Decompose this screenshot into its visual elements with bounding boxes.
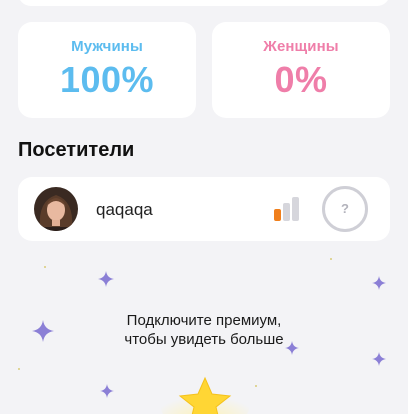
visitor-name[interactable]: qaqaqa — [96, 200, 153, 220]
visitor-row[interactable]: qaqaqa ? — [18, 177, 390, 241]
male-stat-card: Мужчины 100% — [18, 22, 196, 118]
sparkle-dot — [330, 258, 332, 260]
sparkle-icon — [372, 276, 386, 290]
sparkle-icon — [372, 352, 386, 366]
female-stat-card: Женщины 0% — [212, 22, 390, 118]
unknown-badge[interactable]: ? — [322, 186, 368, 232]
sparkle-dot — [255, 385, 257, 387]
sparkle-icon — [100, 384, 114, 398]
female-stat-label: Женщины — [263, 38, 339, 55]
sparkle-icon — [98, 271, 114, 287]
male-stat-value: 100% — [59, 59, 155, 100]
sparkle-dot — [18, 368, 20, 370]
female-stat-value: 0% — [274, 59, 328, 100]
premium-line-2: чтобы увидеть больше — [124, 331, 284, 348]
previous-card — [18, 0, 390, 6]
male-stat-label: Мужчины — [71, 38, 143, 55]
premium-promo-text: Подключите премиум, чтобы увидеть больше — [0, 311, 408, 349]
premium-line-1: Подключите премиум, — [126, 312, 282, 329]
signal-bar — [292, 197, 299, 221]
star-icon — [161, 376, 249, 414]
signal-strength-icon — [274, 197, 302, 221]
signal-bar — [283, 203, 290, 221]
visitors-title: Посетители — [18, 139, 135, 161]
avatar[interactable] — [34, 187, 78, 231]
signal-bar — [274, 209, 281, 221]
sparkle-dot — [44, 266, 46, 268]
